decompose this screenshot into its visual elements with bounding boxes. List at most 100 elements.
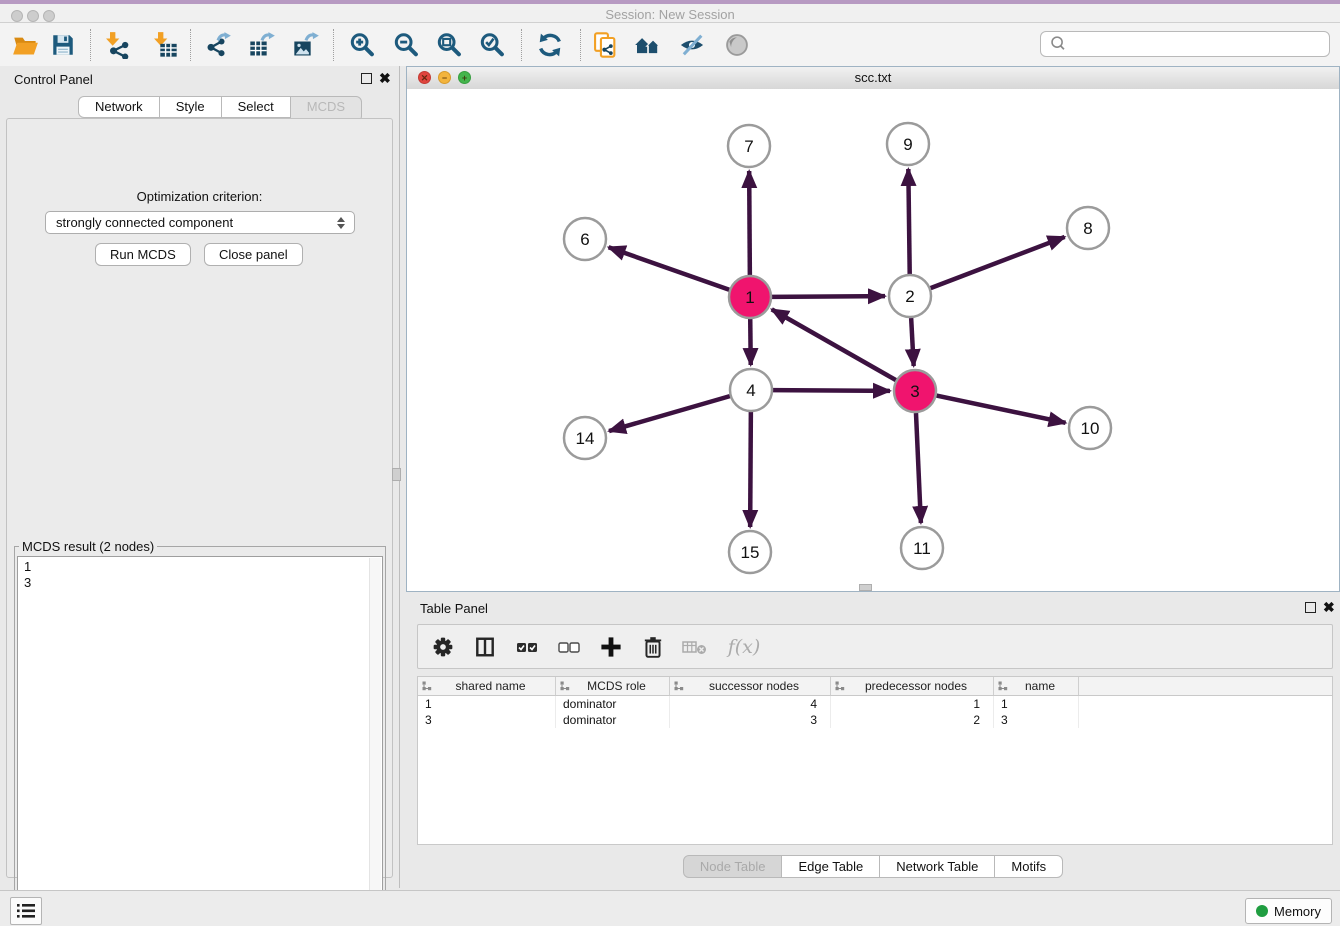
graph-edge-2-8[interactable] bbox=[931, 237, 1065, 288]
control-panel: Control Panel ✖ NetworkStyleSelectMCDS O… bbox=[0, 66, 399, 888]
deselect-all-button[interactable] bbox=[556, 634, 582, 660]
apply-layout-button[interactable] bbox=[533, 29, 567, 61]
task-history-button[interactable] bbox=[10, 897, 42, 925]
save-session-button[interactable] bbox=[46, 29, 80, 61]
graph-edge-4-14[interactable] bbox=[609, 396, 730, 431]
first-neighbors-button[interactable] bbox=[632, 29, 666, 61]
tab-motifs[interactable]: Motifs bbox=[994, 855, 1063, 878]
delete-rows-button[interactable] bbox=[640, 634, 666, 660]
split-columns-button[interactable] bbox=[472, 634, 498, 660]
float-panel-icon[interactable] bbox=[1305, 602, 1316, 613]
export-network-button[interactable] bbox=[201, 29, 235, 61]
column-header-name[interactable]: name bbox=[994, 677, 1079, 695]
optimization-criterion-value: strongly connected component bbox=[46, 215, 334, 230]
tab-edge-table[interactable]: Edge Table bbox=[781, 855, 880, 878]
table-row[interactable]: 3dominator323 bbox=[418, 712, 1332, 728]
graph-node-label-15: 15 bbox=[741, 543, 760, 562]
tab-network[interactable]: Network bbox=[78, 96, 160, 118]
network-window-titlebar[interactable]: ✕ − + scc.txt bbox=[407, 67, 1339, 90]
memory-button[interactable]: Memory bbox=[1245, 898, 1332, 924]
table-cell[interactable]: 1 bbox=[418, 696, 556, 712]
hide-selected-button[interactable] bbox=[675, 29, 709, 61]
graph-node-label-2: 2 bbox=[905, 287, 914, 306]
column-header-label: shared name bbox=[432, 679, 555, 693]
column-header-label: name bbox=[1008, 679, 1078, 693]
export-network-icon bbox=[204, 31, 232, 59]
import-table-button[interactable] bbox=[148, 29, 182, 61]
table-cell[interactable]: 1 bbox=[994, 696, 1079, 712]
open-folder-icon bbox=[12, 32, 39, 59]
open-session-button[interactable] bbox=[8, 29, 42, 61]
graph-edge-2-3[interactable] bbox=[911, 318, 914, 366]
graph-edge-3-11[interactable] bbox=[916, 413, 921, 523]
table-cell[interactable]: 3 bbox=[670, 712, 831, 728]
graph-edge-1-7[interactable] bbox=[749, 171, 750, 275]
zoom-in-button[interactable] bbox=[345, 29, 379, 61]
select-all-button[interactable] bbox=[514, 634, 540, 660]
refresh-icon bbox=[536, 31, 564, 59]
tab-select[interactable]: Select bbox=[221, 96, 291, 118]
graph-edge-4-15[interactable] bbox=[750, 412, 751, 527]
column-header-mcds-role[interactable]: MCDS role bbox=[556, 677, 670, 695]
graph-node-label-4: 4 bbox=[746, 381, 755, 400]
splitter-handle[interactable] bbox=[392, 468, 401, 481]
table-cell[interactable]: 3 bbox=[418, 712, 556, 728]
column-header-shared-name[interactable]: shared name bbox=[418, 677, 556, 695]
deselect-all-checkboxes-icon bbox=[557, 636, 581, 658]
export-table-button[interactable] bbox=[245, 29, 279, 61]
export-image-button[interactable] bbox=[289, 29, 323, 61]
import-network-icon bbox=[103, 31, 131, 59]
delete-columns-button[interactable] bbox=[682, 634, 708, 660]
graph-edge-3-1[interactable] bbox=[772, 309, 896, 380]
tab-network-table[interactable]: Network Table bbox=[879, 855, 995, 878]
memory-status-icon bbox=[1256, 905, 1268, 917]
graph-node-label-8: 8 bbox=[1083, 219, 1092, 238]
zoom-fit-button[interactable] bbox=[432, 29, 466, 61]
column-header-successor-nodes[interactable]: successor nodes bbox=[670, 677, 831, 695]
zoom-selected-icon bbox=[478, 31, 506, 59]
table-cell[interactable]: 4 bbox=[670, 696, 831, 712]
optimization-criterion-select[interactable]: strongly connected component bbox=[45, 211, 355, 234]
eye-disabled-icon bbox=[723, 31, 751, 59]
mcds-result-textarea[interactable]: 13 bbox=[17, 556, 383, 908]
node-table: shared nameMCDS rolesuccessor nodesprede… bbox=[417, 676, 1333, 845]
search-box bbox=[1040, 31, 1330, 57]
apply-function-button[interactable]: f(x) bbox=[724, 634, 764, 660]
close-panel-icon[interactable]: ✖ bbox=[379, 73, 391, 84]
network-canvas[interactable]: 7968124314101511 bbox=[407, 89, 1339, 591]
result-scrollbar[interactable] bbox=[369, 558, 381, 906]
import-network-button[interactable] bbox=[100, 29, 134, 61]
show-all-button[interactable] bbox=[720, 29, 754, 61]
graph-edge-2-9[interactable] bbox=[908, 169, 909, 274]
graph-edge-1-2[interactable] bbox=[772, 296, 885, 297]
table-row[interactable]: 1dominator411 bbox=[418, 696, 1332, 712]
table-cell[interactable]: 2 bbox=[831, 712, 994, 728]
float-panel-icon[interactable] bbox=[361, 73, 372, 84]
column-header-predecessor-nodes[interactable]: predecessor nodes bbox=[831, 677, 994, 695]
zoom-selected-button[interactable] bbox=[475, 29, 509, 61]
table-cell[interactable]: 1 bbox=[831, 696, 994, 712]
tab-style[interactable]: Style bbox=[159, 96, 222, 118]
zoom-out-button[interactable] bbox=[389, 29, 423, 61]
graph-edge-4-3[interactable] bbox=[773, 390, 890, 391]
clone-network-button[interactable] bbox=[588, 29, 622, 61]
result-line: 3 bbox=[24, 575, 382, 591]
run-mcds-button[interactable]: Run MCDS bbox=[95, 243, 191, 266]
window-titlebar: Session: New Session bbox=[0, 4, 1340, 23]
table-cell[interactable]: dominator bbox=[556, 712, 670, 728]
column-tree-icon bbox=[835, 681, 845, 691]
save-disk-icon bbox=[50, 32, 76, 58]
graph-edge-1-6[interactable] bbox=[609, 247, 730, 289]
add-column-button[interactable] bbox=[598, 634, 624, 660]
close-panel-icon[interactable]: ✖ bbox=[1323, 602, 1335, 613]
table-settings-button[interactable] bbox=[430, 634, 456, 660]
delete-table-icon bbox=[682, 637, 708, 657]
table-cell[interactable]: 3 bbox=[994, 712, 1079, 728]
splitter-handle[interactable] bbox=[859, 584, 872, 591]
tab-node-table[interactable]: Node Table bbox=[683, 855, 783, 878]
search-input[interactable] bbox=[1069, 33, 1329, 55]
memory-label: Memory bbox=[1274, 904, 1321, 919]
table-cell[interactable]: dominator bbox=[556, 696, 670, 712]
close-panel-button[interactable]: Close panel bbox=[204, 243, 303, 266]
graph-edge-3-10[interactable] bbox=[937, 396, 1066, 423]
